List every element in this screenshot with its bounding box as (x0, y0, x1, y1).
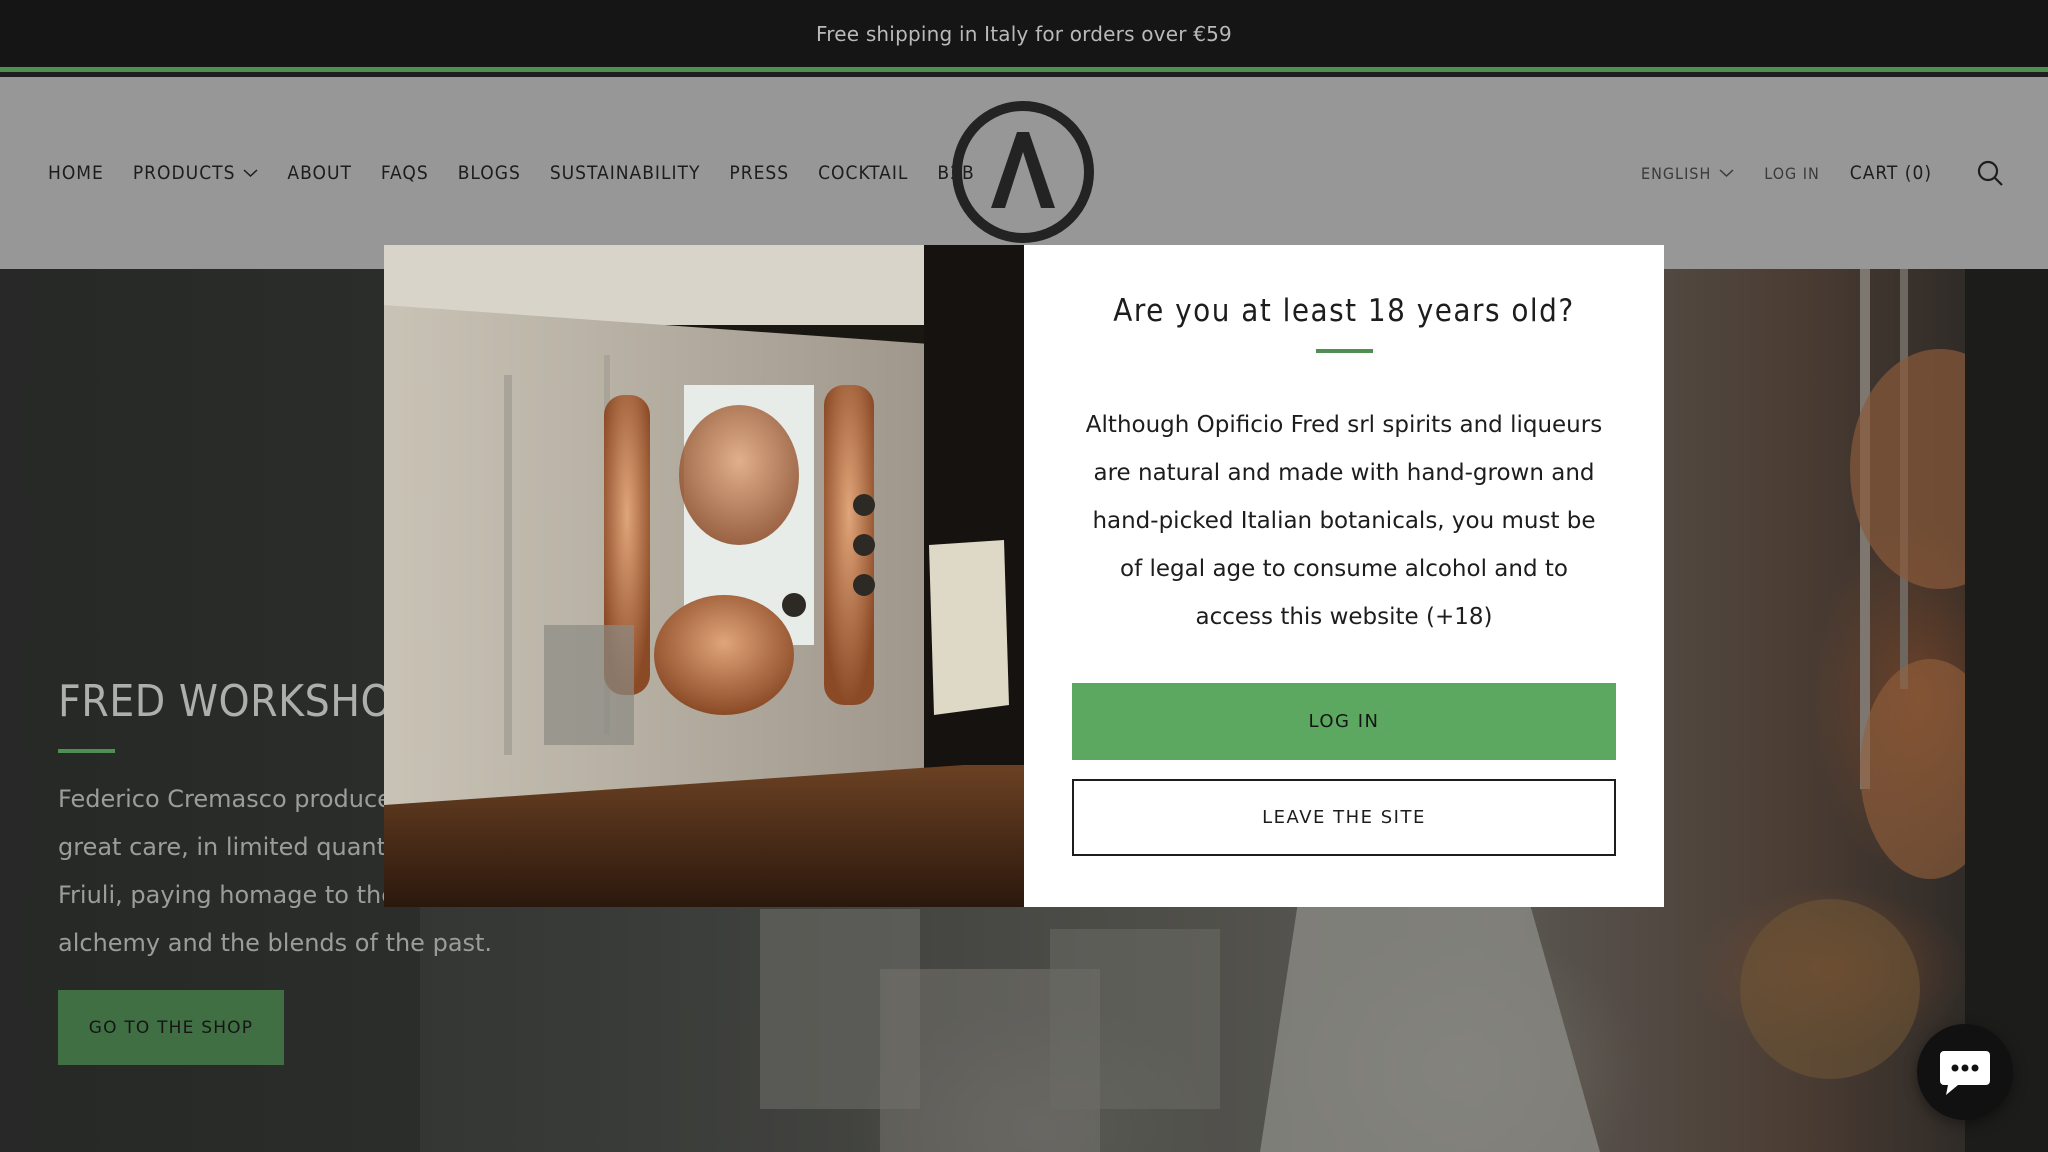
modal-content: Are you at least 18 years old? Although … (1024, 245, 1664, 907)
modal-message: Although Opificio Fred srl spirits and l… (1085, 412, 1603, 630)
nav-blogs-label: BLOGS (457, 162, 521, 184)
chevron-down-icon (243, 169, 258, 178)
nav-home[interactable]: HOME (48, 162, 104, 184)
age-login-button[interactable]: LOG IN (1072, 683, 1616, 760)
go-to-shop-button[interactable]: GO TO THE SHOP (58, 990, 284, 1065)
nav-cocktail-label: COCKTAIL (818, 162, 909, 184)
language-selector[interactable]: ENGLISH (1641, 164, 1734, 183)
hero-description-line: Friuli, paying homage to the (58, 881, 397, 909)
cart-link[interactable]: CART (0) (1850, 162, 1932, 184)
nav-products[interactable]: PRODUCTS (133, 162, 259, 184)
announcement-bar: Free shipping in Italy for orders over €… (0, 0, 2048, 72)
distillery-image (384, 245, 1024, 907)
leave-site-button[interactable]: LEAVE THE SITE (1072, 779, 1616, 856)
nav-blogs[interactable]: BLOGS (458, 162, 521, 184)
nav-products-label: PRODUCTS (132, 162, 236, 184)
chat-button[interactable] (1917, 1024, 2013, 1120)
nav-faqs[interactable]: FAQS (381, 162, 429, 184)
login-link[interactable]: LOG IN (1764, 164, 1820, 183)
utility-nav: ENGLISH LOG IN CART (0) (1641, 77, 2004, 269)
nav-about[interactable]: ABOUT (287, 162, 352, 184)
main-nav: HOME PRODUCTS ABOUT FAQS BLOGS SUSTAINAB… (48, 77, 975, 269)
distillery-photo (384, 245, 1024, 907)
nav-press-label: PRESS (729, 162, 790, 184)
nav-press[interactable]: PRESS (729, 162, 789, 184)
announcement-text: Free shipping in Italy for orders over €… (816, 21, 1232, 46)
modal-title: Are you at least 18 years old? (1113, 293, 1575, 329)
search-icon[interactable] (1976, 159, 2004, 187)
hero-description-line: great care, in limited quantiti (58, 833, 409, 861)
chevron-down-icon (1719, 169, 1734, 178)
nav-home-label: HOME (48, 162, 104, 184)
nav-faqs-label: FAQS (380, 162, 429, 184)
nav-about-label: ABOUT (287, 162, 352, 184)
chat-bubble-icon (1940, 1051, 1990, 1095)
hero-title-underline (58, 749, 115, 753)
nav-sustainability-label: SUSTAINABILITY (549, 162, 701, 184)
language-label: ENGLISH (1641, 163, 1712, 183)
site-header: HOME PRODUCTS ABOUT FAQS BLOGS SUSTAINAB… (0, 77, 2048, 269)
age-verification-modal: Are you at least 18 years old? Although … (384, 245, 1664, 907)
hero-description-line: Federico Cremasco produces (58, 785, 405, 813)
nav-cocktail[interactable]: COCKTAIL (818, 162, 908, 184)
modal-title-underline (1315, 349, 1373, 353)
nav-sustainability[interactable]: SUSTAINABILITY (550, 162, 701, 184)
hero-description-line: alchemy and the blends of the past. (58, 929, 493, 957)
brand-logo[interactable] (951, 100, 1095, 244)
